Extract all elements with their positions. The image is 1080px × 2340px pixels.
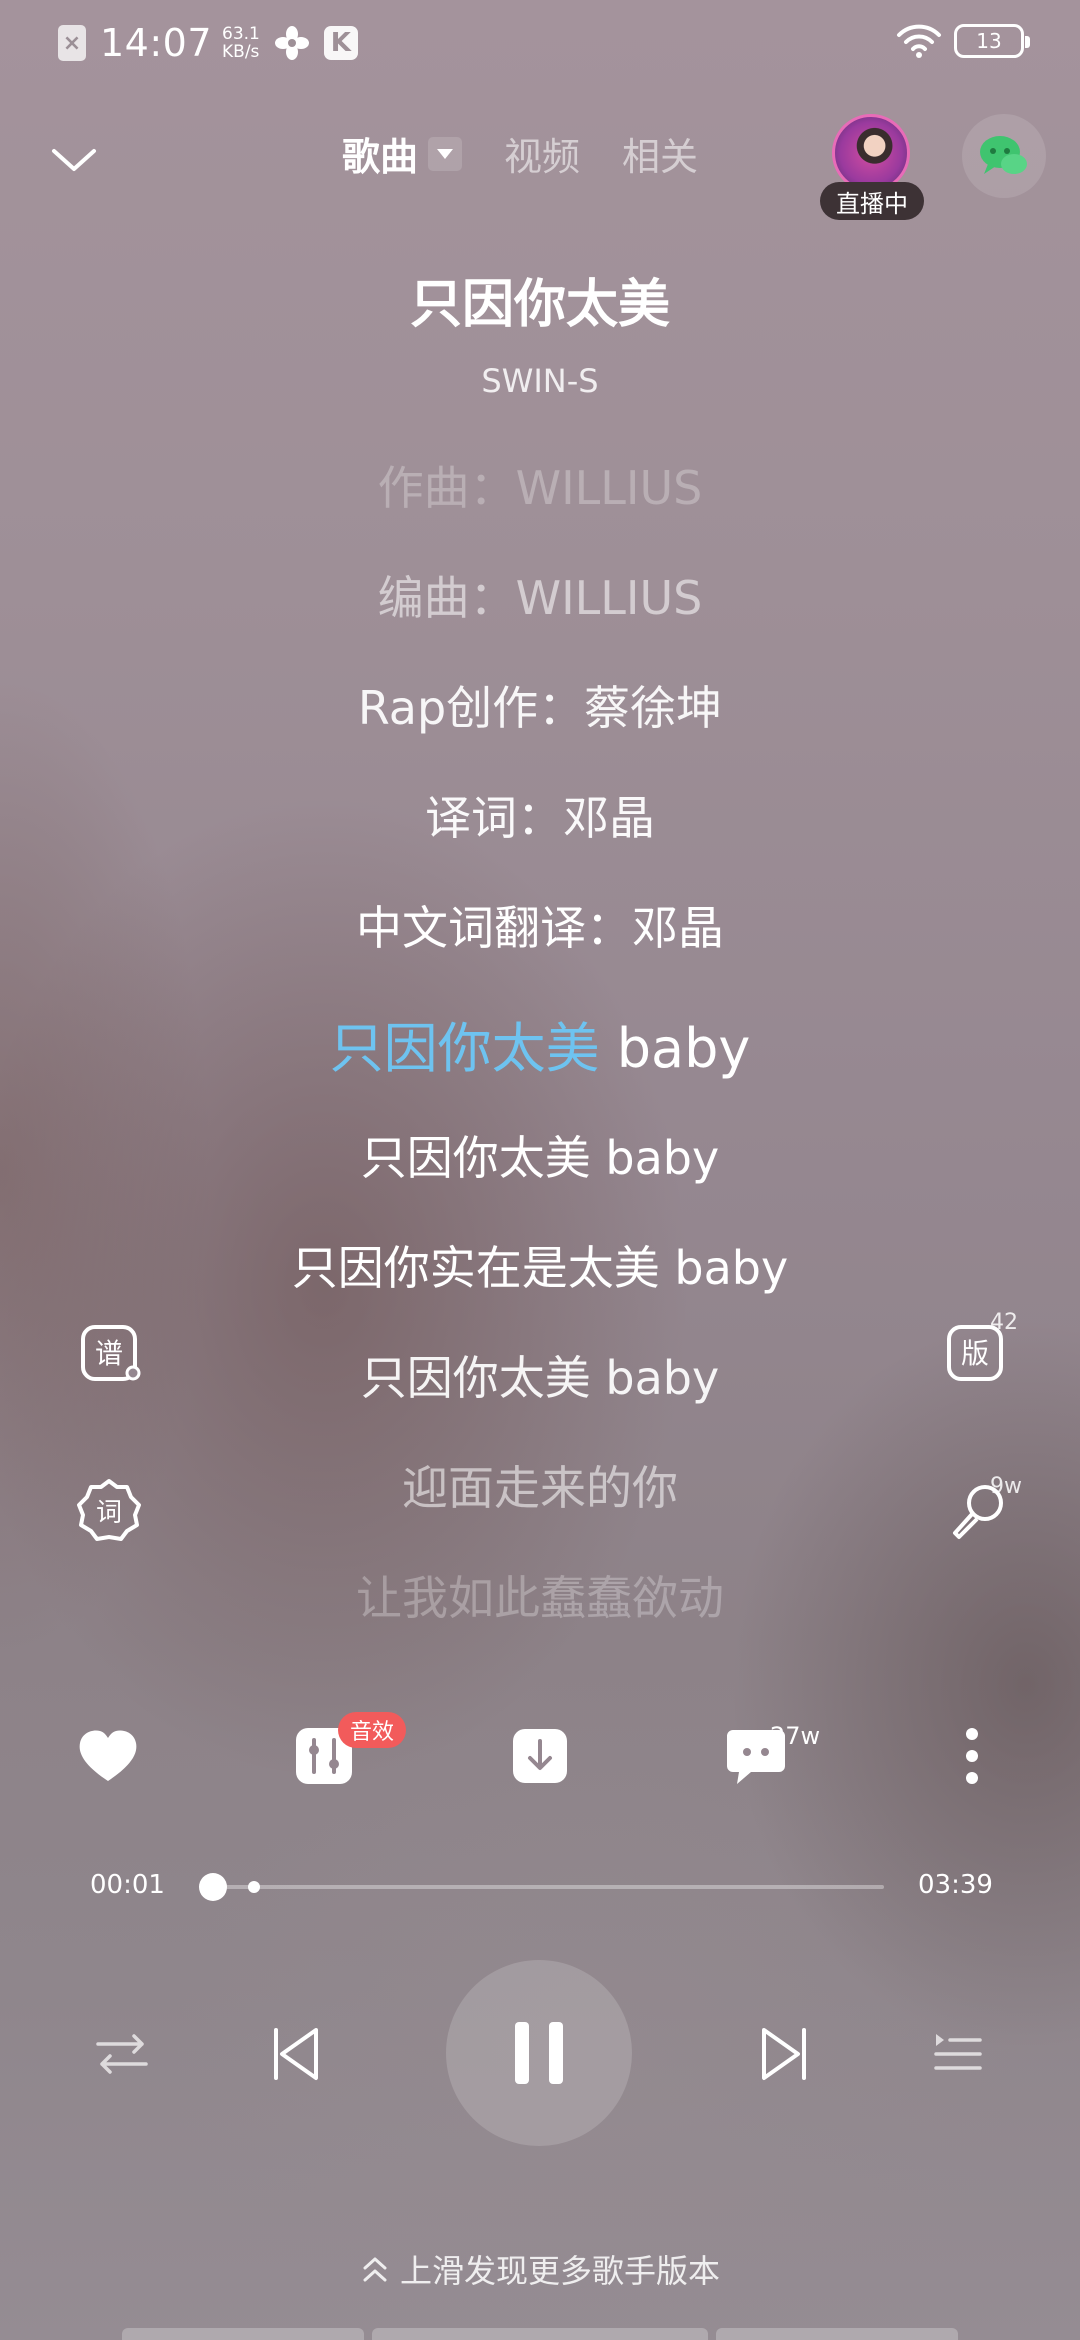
lyrics-badge-label: 词 [96, 1498, 122, 1528]
network-speed-unit: KB/s [222, 42, 260, 62]
tab-video[interactable]: 视频 [504, 126, 580, 181]
lyric-line: 只因你太美 baby [360, 1131, 720, 1185]
top-nav: 歌曲 视频 相关 直播中 [0, 110, 1080, 220]
repeat-mode-button[interactable] [92, 2024, 152, 2084]
lyric-line: 只因你太美 baby [360, 1351, 720, 1405]
lyric-line: 编曲：WILLIUS [377, 571, 703, 625]
swipe-up-hint[interactable]: 上滑发现更多歌手版本 [0, 2246, 1080, 2292]
lyric-line: 只因你实在是太美 baby [291, 1241, 789, 1295]
tab-song[interactable]: 歌曲 [342, 126, 463, 181]
versions-count: 42 [990, 1310, 1018, 1335]
lyrics-poster-button[interactable]: 词 [74, 1476, 144, 1546]
previous-button[interactable] [266, 2024, 326, 2084]
network-speed-value: 63.1 [222, 24, 260, 44]
live-avatar [832, 114, 910, 192]
double-chevron-up-icon [363, 2257, 387, 2282]
song-artist[interactable]: SWIN-S [0, 362, 1080, 400]
next-button[interactable] [754, 2024, 814, 2084]
lyric-line-current: 只因你太美 baby [0, 1004, 1080, 1083]
total-time: 03:39 [918, 1870, 993, 1900]
playlist-button[interactable] [928, 2024, 988, 2084]
sim-off-icon: × [58, 25, 86, 61]
live-badge: 直播中 [820, 182, 924, 220]
more-button[interactable] [936, 1720, 1008, 1792]
collapse-button[interactable] [44, 130, 104, 190]
bottom-card-peek [122, 2328, 364, 2340]
lyric-line: Rap创作：蔡徐坤 [357, 681, 723, 735]
battery-level: 13 [976, 29, 1002, 53]
lyric-line: 中文词翻译：邓晶 [356, 901, 724, 955]
clock: 14:07 [100, 21, 213, 65]
sound-effects-badge: 音效 [338, 1712, 407, 1748]
sheet-music-icon: 谱 [81, 1325, 141, 1381]
chat-bubble-icon [980, 136, 1027, 174]
k-app-icon: K [323, 26, 358, 60]
buffer-marker [248, 1881, 260, 1893]
skip-next-icon [762, 2028, 806, 2080]
chevron-down-icon [52, 149, 96, 171]
tab-song-label: 歌曲 [342, 135, 419, 179]
download-icon [513, 1729, 567, 1783]
fan-icon [274, 26, 309, 60]
dropdown-icon[interactable] [428, 136, 463, 171]
playlist-icon [934, 2034, 982, 2070]
progress-knob[interactable] [199, 1873, 227, 1901]
network-speed: 63.1 KB/s [222, 25, 260, 61]
lyric-line: 让我如此蠢蠢欲动 [356, 1571, 724, 1625]
pause-button[interactable] [446, 1960, 632, 2146]
sing-count: 9w [990, 1474, 1022, 1499]
wifi-icon [897, 24, 941, 58]
song-title: 只因你太美 [409, 275, 670, 335]
versions-label: 版 [961, 1337, 989, 1370]
bottom-card-peek [716, 2328, 958, 2340]
download-button[interactable] [504, 1720, 576, 1792]
current-time: 00:01 [90, 1870, 165, 1900]
tab-bar: 歌曲 视频 相关 [342, 126, 698, 181]
comment-count: 27w [770, 1722, 821, 1750]
lyric-current-sung: 只因你太美 [329, 1017, 600, 1080]
bottom-card-peek [372, 2328, 708, 2340]
like-button[interactable] [72, 1720, 144, 1792]
lyric-line: 迎面走来的你 [402, 1461, 678, 1515]
tab-related[interactable]: 相关 [622, 126, 698, 181]
sheet-music-button[interactable]: 谱 [76, 1318, 146, 1388]
chat-button[interactable] [962, 114, 1046, 198]
battery-icon: 13 [954, 24, 1030, 58]
lyric-line: 作曲：WILLIUS [377, 461, 703, 515]
heart-icon [79, 1730, 137, 1781]
lyrics-badge-icon: 词 [77, 1479, 141, 1541]
status-bar: × 14:07 63.1 KB/s K 13 [0, 0, 1080, 84]
sheet-music-label: 谱 [95, 1337, 123, 1370]
swipe-up-hint-label: 上滑发现更多歌手版本 [399, 2252, 720, 2290]
pause-icon [515, 2022, 563, 2084]
repeat-icon [96, 2034, 148, 2074]
progress-slider[interactable] [199, 1873, 884, 1901]
live-stream-button[interactable]: 直播中 [820, 110, 924, 220]
skip-previous-icon [274, 2028, 318, 2080]
lyric-line: 译词：邓晶 [425, 791, 655, 845]
more-vertical-icon [966, 1728, 978, 1784]
lyric-current-rest: baby [599, 1017, 751, 1080]
